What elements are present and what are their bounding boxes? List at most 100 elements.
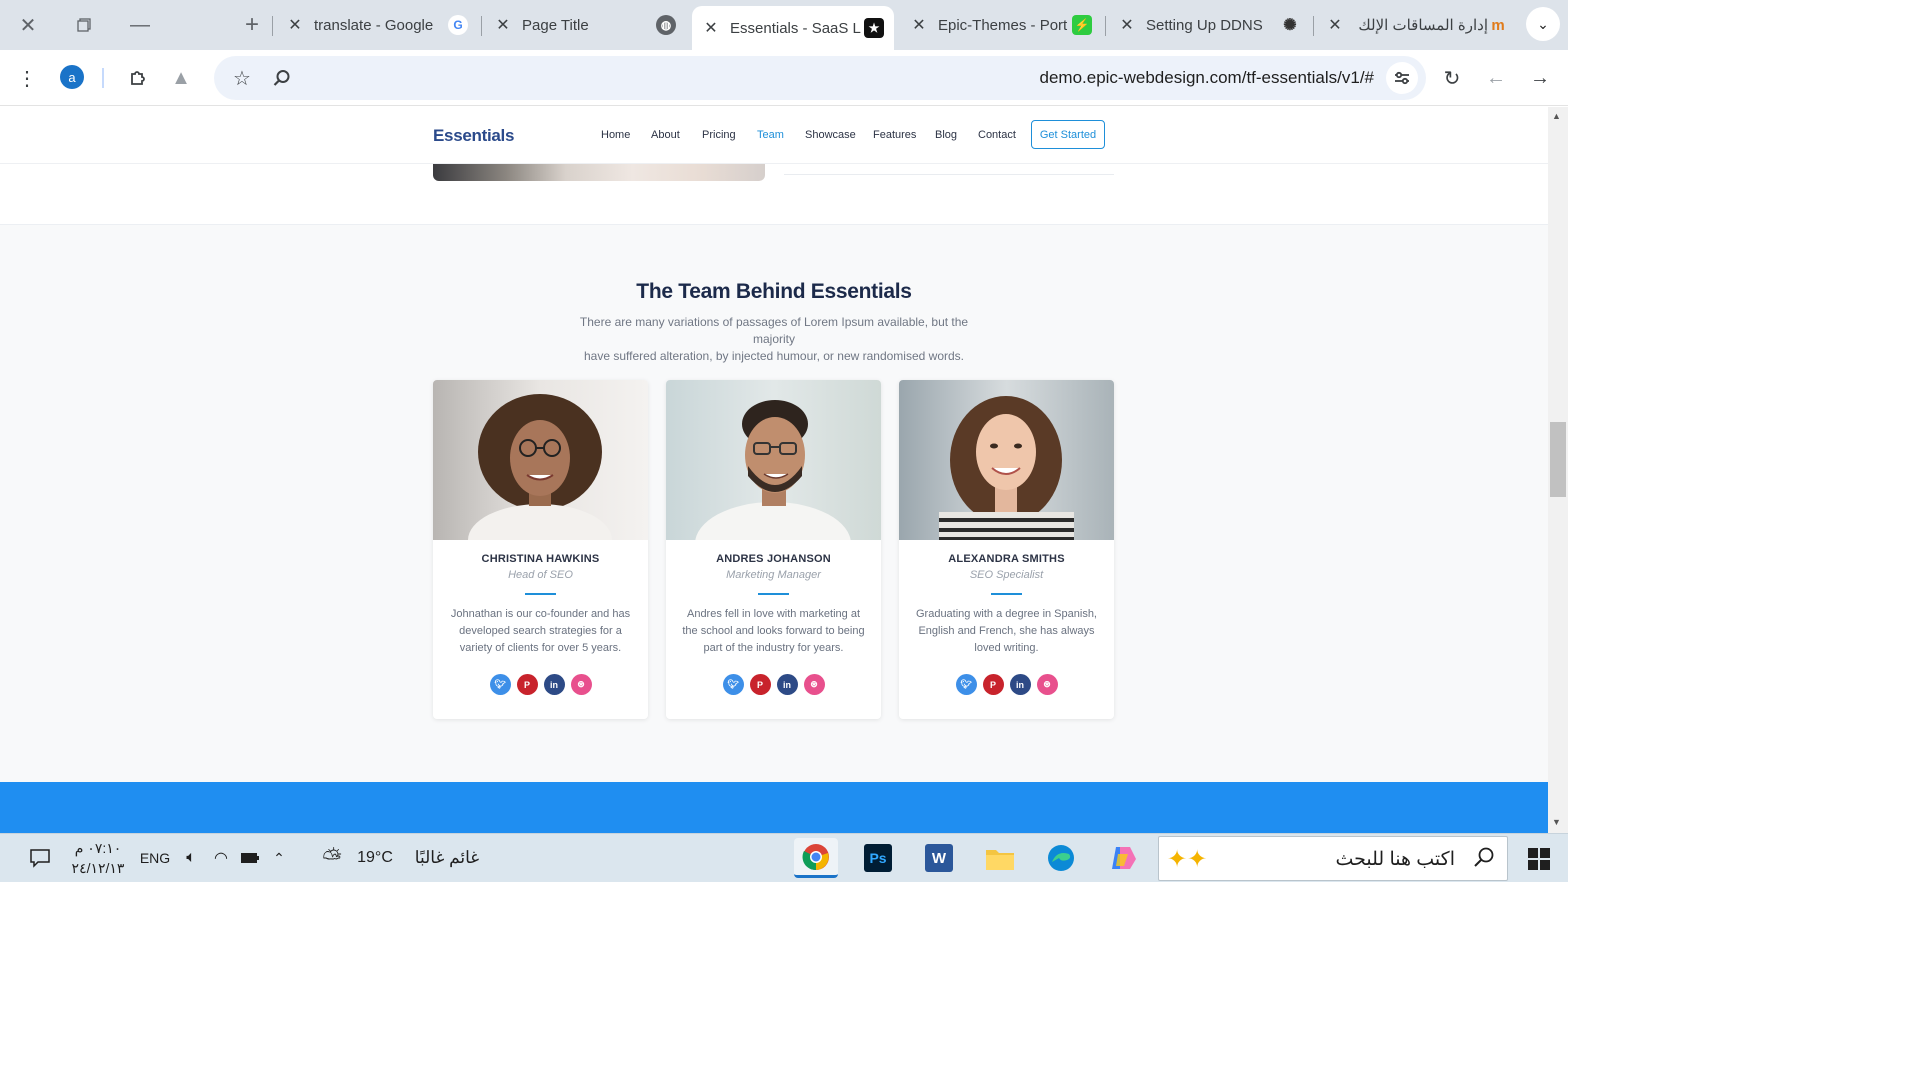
tab-epic-themes[interactable]: ✕ Epic-Themes - Port ⚡ bbox=[906, 7, 1102, 43]
site-info-tune-icon[interactable] bbox=[1386, 62, 1418, 94]
nav-team[interactable]: Team bbox=[757, 129, 784, 141]
omnibox[interactable]: ☆ demo.epic-webdesign.com/tf-essentials/… bbox=[214, 56, 1426, 100]
new-tab-icon[interactable]: + bbox=[234, 8, 270, 42]
previous-section bbox=[0, 164, 1548, 225]
file-explorer-taskbar-icon[interactable] bbox=[978, 838, 1022, 878]
screen: ✕ — + ✕ translate - Google G ✕ Page Titl… bbox=[0, 0, 1568, 882]
dribbble-icon[interactable]: ⊛ bbox=[1036, 674, 1058, 695]
team-member-photo bbox=[433, 380, 648, 540]
nav-about[interactable]: About bbox=[651, 129, 680, 141]
windows-start-icon[interactable] bbox=[1526, 846, 1552, 872]
social-links: 🐦︎ P in ⊛ bbox=[666, 674, 881, 695]
dribbble-icon[interactable]: ⊛ bbox=[803, 674, 825, 695]
wifi-icon[interactable]: ◠ bbox=[210, 847, 232, 869]
tab-title: Epic-Themes - Port bbox=[938, 16, 1068, 34]
pinterest-icon[interactable]: P bbox=[516, 674, 538, 695]
site-logo[interactable]: Essentials bbox=[433, 126, 514, 146]
volume-icon[interactable]: 🔈︎ bbox=[180, 847, 202, 869]
menu-kebab-icon[interactable]: ⋮ bbox=[11, 62, 43, 94]
nav-contact[interactable]: Contact bbox=[978, 129, 1016, 141]
tab-close-icon[interactable]: ✕ bbox=[1114, 15, 1140, 35]
taskbar-search-box[interactable]: ✦✦ اكتب هنا للبحث bbox=[1158, 836, 1508, 881]
tab-courses[interactable]: ✕ إدارة المساقات الإلك m bbox=[1322, 7, 1518, 43]
word-taskbar-icon[interactable]: W bbox=[917, 838, 961, 878]
hidden-icons-chevron-icon[interactable]: ⌃ bbox=[268, 847, 290, 869]
tab-close-icon[interactable]: ✕ bbox=[282, 15, 308, 35]
tab-title: Essentials - SaaS L bbox=[730, 19, 861, 37]
site-navbar: Essentials Home About Pricing Team Showc… bbox=[0, 107, 1548, 164]
tab-strip: ✕ — + ✕ translate - Google G ✕ Page Titl… bbox=[0, 0, 1568, 50]
linkedin-icon[interactable]: in bbox=[776, 674, 798, 695]
tab-search-chevron-icon[interactable]: ⌄ bbox=[1526, 7, 1560, 41]
twitter-icon[interactable]: 🐦︎ bbox=[955, 674, 977, 695]
scroll-down-icon[interactable]: ▼ bbox=[1552, 817, 1561, 827]
tab-close-icon[interactable]: ✕ bbox=[698, 18, 724, 38]
member-role: Marketing Manager bbox=[726, 569, 821, 581]
notifications-icon[interactable] bbox=[28, 846, 52, 870]
team-title: The Team Behind Essentials bbox=[636, 280, 912, 303]
pinterest-icon[interactable]: P bbox=[749, 674, 771, 695]
back-arrow-icon[interactable]: ← bbox=[1480, 62, 1512, 94]
copilot-taskbar-icon[interactable] bbox=[1100, 838, 1144, 878]
language-indicator[interactable]: ENG bbox=[138, 848, 172, 868]
weather-temperature[interactable]: 19°C bbox=[355, 847, 395, 869]
tab-translate[interactable]: ✕ translate - Google G bbox=[282, 7, 478, 43]
tab-page-title[interactable]: ✕ Page Title ◍ bbox=[490, 7, 686, 43]
nav-home[interactable]: Home bbox=[601, 129, 630, 141]
url-text[interactable]: demo.epic-webdesign.com/tf-essentials/v1… bbox=[1040, 68, 1375, 88]
profile-avatar[interactable]: a bbox=[60, 65, 84, 89]
weather-description[interactable]: غائم غالبًا bbox=[402, 847, 492, 869]
epic-themes-icon: ⚡ bbox=[1072, 15, 1092, 35]
chrome-taskbar-icon[interactable] bbox=[794, 838, 838, 878]
restore-window-icon[interactable] bbox=[66, 8, 102, 42]
scroll-up-icon[interactable]: ▲ bbox=[1552, 111, 1561, 121]
dribbble-icon[interactable]: ⊛ bbox=[570, 674, 592, 695]
linkedin-icon[interactable]: in bbox=[543, 674, 565, 695]
twitter-icon[interactable]: 🐦︎ bbox=[722, 674, 744, 695]
member-bio: Andres fell in love with marketing at th… bbox=[682, 608, 865, 654]
nav-pricing[interactable]: Pricing bbox=[702, 129, 736, 141]
web-page: Essentials Home About Pricing Team Showc… bbox=[0, 107, 1548, 833]
search-placeholder: اكتب هنا للبحث bbox=[1335, 849, 1455, 870]
weather-cloud-icon[interactable]: ⛅︎ bbox=[314, 844, 350, 874]
team-card: ANDRES JOHANSON Marketing Manager Andres… bbox=[666, 380, 881, 719]
get-started-button[interactable]: Get Started bbox=[1031, 120, 1105, 149]
close-window-icon[interactable]: ✕ bbox=[10, 8, 46, 42]
team-section: The Team Behind Essentials There are man… bbox=[0, 225, 1548, 782]
forward-arrow-icon[interactable]: → bbox=[1524, 62, 1556, 94]
member-bio: Johnathan is our co-founder and has deve… bbox=[450, 608, 631, 654]
twitter-icon[interactable]: 🐦︎ bbox=[489, 674, 511, 695]
minimize-window-icon[interactable]: — bbox=[122, 8, 158, 42]
page-scrollbar[interactable]: ▲ ▼ bbox=[1548, 107, 1568, 833]
zoom-lens-icon[interactable] bbox=[266, 62, 298, 94]
extensions-puzzle-icon[interactable] bbox=[122, 62, 154, 94]
star-favicon-icon: ★ bbox=[864, 18, 884, 38]
tab-close-icon[interactable]: ✕ bbox=[1322, 15, 1348, 35]
clock-time[interactable]: ٠٧:١٠ م bbox=[66, 839, 130, 857]
nav-features[interactable]: Features bbox=[873, 129, 916, 141]
blue-cta-section bbox=[0, 782, 1548, 833]
tab-essentials[interactable]: ✕ Essentials - SaaS L ★ bbox=[692, 6, 894, 50]
clock-date[interactable]: ٢٤/١٢/١٣ bbox=[66, 859, 130, 877]
linkedin-icon[interactable]: in bbox=[1009, 674, 1031, 695]
tab-ddns[interactable]: ✕ Setting Up DDNS ✺ bbox=[1114, 7, 1310, 43]
moodle-icon: m bbox=[1491, 16, 1505, 34]
tab-close-icon[interactable]: ✕ bbox=[906, 15, 932, 35]
scrollbar-thumb[interactable] bbox=[1550, 422, 1566, 497]
openai-icon: ✺ bbox=[1283, 17, 1297, 34]
tab-title: translate - Google bbox=[314, 16, 434, 34]
battery-icon[interactable] bbox=[239, 847, 261, 869]
pinterest-icon[interactable]: P bbox=[982, 674, 1004, 695]
reload-icon[interactable]: ↻ bbox=[1436, 62, 1468, 94]
browser-toolbar: ⋮ a ▲ ☆ demo.epic-webdesign.com/tf-essen… bbox=[0, 50, 1568, 106]
adblock-extension-icon[interactable]: ▲ bbox=[165, 62, 197, 94]
nav-showcase[interactable]: Showcase bbox=[805, 129, 856, 141]
nav-blog[interactable]: Blog bbox=[935, 129, 957, 141]
tab-close-icon[interactable]: ✕ bbox=[490, 15, 516, 35]
bookmark-star-icon[interactable]: ☆ bbox=[226, 62, 258, 94]
globe-icon: ◍ bbox=[656, 15, 676, 35]
team-card: CHRISTINA HAWKINS Head of SEO Johnathan … bbox=[433, 380, 648, 719]
edge-taskbar-icon[interactable] bbox=[1039, 838, 1083, 878]
photoshop-taskbar-icon[interactable]: Ps bbox=[856, 838, 900, 878]
tab-title: Page Title bbox=[522, 16, 589, 34]
